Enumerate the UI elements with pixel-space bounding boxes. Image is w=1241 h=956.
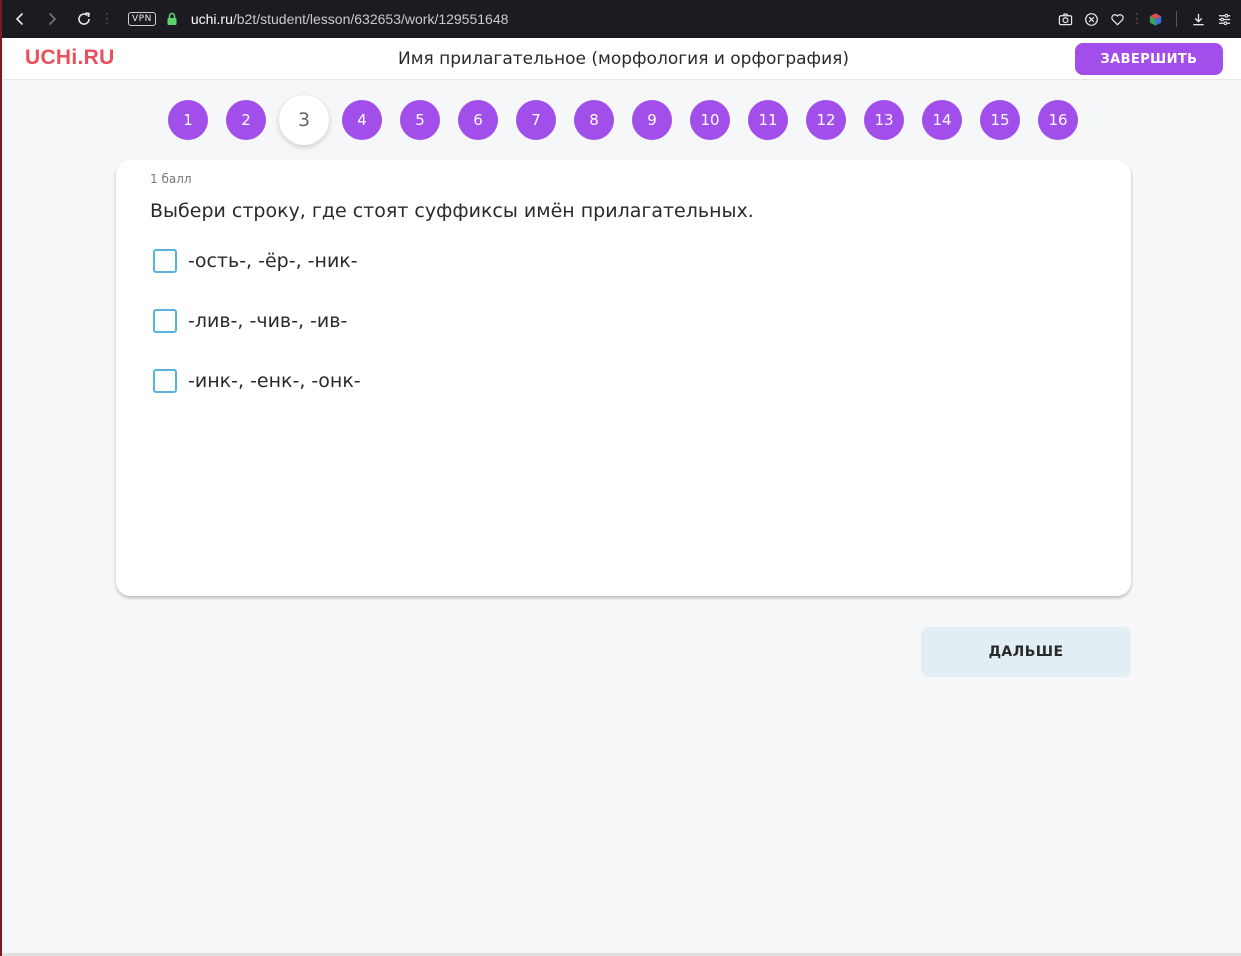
extension-button[interactable] <box>1142 0 1168 38</box>
reload-button[interactable] <box>68 0 100 38</box>
url-path: /b2t/student/lesson/632653/work/12955164… <box>232 11 509 27</box>
back-button[interactable] <box>4 0 36 38</box>
lesson-title: Имя прилагательное (морфология и орфогра… <box>397 49 849 69</box>
camera-icon <box>1058 13 1072 25</box>
downloads-button[interactable] <box>1185 0 1211 38</box>
address-bar[interactable]: uchi.ru/b2t/student/lesson/632653/work/1… <box>191 11 509 27</box>
menu-button[interactable] <box>1211 0 1237 38</box>
answer-checkbox[interactable] <box>153 309 177 333</box>
answer-label[interactable]: -инк-, -енк-, -онк- <box>188 370 361 392</box>
question-nav-item[interactable]: 1 <box>168 100 208 140</box>
question-nav-item[interactable]: 7 <box>516 100 556 140</box>
toolbar-separator-right: ⋮ <box>1130 11 1144 27</box>
app-window: ⋮ VPN uchi.ru/b2t/student/lesson/632653/… <box>0 0 1241 956</box>
question-nav-item[interactable]: 12 <box>806 100 846 140</box>
answer-option[interactable]: -инк-, -енк-, -онк- <box>153 369 361 393</box>
toolbar-separator: ⋮ <box>100 11 114 27</box>
app-header: UCHi.RU Имя прилагательное (морфология и… <box>4 38 1241 80</box>
task-question: Выбери строку, где стоят суффиксы имён п… <box>150 200 754 222</box>
question-nav-item[interactable]: 13 <box>864 100 904 140</box>
url-host: uchi.ru <box>190 11 233 27</box>
question-nav-item[interactable]: 10 <box>690 100 730 140</box>
toolbar-divider <box>1176 11 1177 27</box>
reload-icon <box>78 12 90 25</box>
next-button[interactable]: ДАЛЬШЕ <box>921 627 1131 677</box>
settings-menu-icon <box>1218 13 1230 25</box>
answer-checkbox[interactable] <box>153 249 177 273</box>
download-icon <box>1192 13 1204 25</box>
chevron-left-icon <box>15 12 24 26</box>
answer-label[interactable]: -лив-, -чив-, -ив- <box>188 310 347 332</box>
task-points: 1 балл <box>150 172 192 186</box>
question-nav-item[interactable]: 11 <box>748 100 788 140</box>
question-nav-item[interactable]: 16 <box>1038 100 1078 140</box>
answer-option[interactable]: -лив-, -чив-, -ив- <box>153 309 347 333</box>
task-card: 1 балл Выбери строку, где стоят суффиксы… <box>116 160 1131 596</box>
chevron-right-icon <box>48 12 57 26</box>
lock-icon[interactable] <box>166 12 178 26</box>
answer-checkbox[interactable] <box>153 369 177 393</box>
question-nav-item[interactable]: 3 <box>279 95 329 145</box>
question-nav-item[interactable]: 4 <box>342 100 382 140</box>
vpn-badge[interactable]: VPN <box>128 12 156 26</box>
favorite-button[interactable] <box>1104 0 1130 38</box>
forward-button[interactable] <box>36 0 68 38</box>
finish-button[interactable]: ЗАВЕРШИТЬ <box>1075 43 1223 75</box>
cube-icon <box>1149 12 1161 26</box>
heart-icon <box>1110 13 1124 26</box>
question-nav-item[interactable]: 15 <box>980 100 1020 140</box>
question-nav-item[interactable]: 5 <box>400 100 440 140</box>
browser-toolbar: ⋮ VPN uchi.ru/b2t/student/lesson/632653/… <box>2 0 1241 38</box>
question-nav-item[interactable]: 2 <box>226 100 266 140</box>
question-nav-item[interactable]: 9 <box>632 100 672 140</box>
answer-option[interactable]: -ость-, -ёр-, -ник- <box>153 249 358 273</box>
answer-label[interactable]: -ость-, -ёр-, -ник- <box>188 250 358 272</box>
question-nav-item[interactable]: 14 <box>922 100 962 140</box>
snapshot-button[interactable] <box>1052 0 1078 38</box>
question-nav-item[interactable]: 6 <box>458 100 498 140</box>
adblock-button[interactable] <box>1078 0 1104 38</box>
toolbar-right: ⋮ <box>1052 0 1237 38</box>
question-nav-item[interactable]: 8 <box>574 100 614 140</box>
block-icon <box>1084 12 1098 26</box>
